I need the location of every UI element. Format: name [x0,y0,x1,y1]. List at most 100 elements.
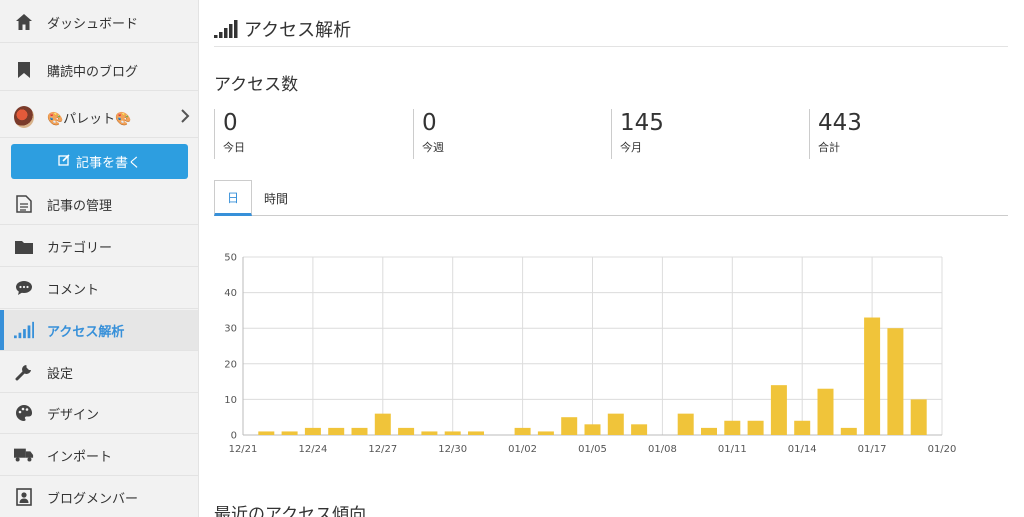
sidebar-item-label: ブログメンバー [47,491,139,507]
tab-hour[interactable]: 時間 [258,180,294,216]
edit-icon [58,153,70,170]
blog-name: 🎨パレット🎨 [47,111,132,127]
stat-value: 0 [422,110,437,136]
chart-bar [701,427,717,435]
chart-bar [840,427,857,435]
x-tick-label: 12/27 [368,444,397,455]
chart-bar [770,385,787,435]
chart-bar [631,424,648,435]
period-tabs: 日 時間 [214,180,1008,216]
member-icon [14,487,34,507]
access-chart: 0 10 20 30 40 50 12/21 12/24 12/27 12/30 01/02 01/0… [224,253,957,456]
home-icon [14,12,34,32]
chart-bar [537,431,554,435]
sidebar-item-comment[interactable]: コメント [0,268,198,309]
x-tick-label: 12/21 [229,444,258,455]
x-tick-label: 01/02 [508,444,537,455]
chart-bar [328,427,345,435]
stat-label: 今日 [223,141,245,154]
document-icon [14,194,34,214]
y-tick-label: 20 [224,359,237,370]
chart-bar [374,413,391,435]
sidebar-item-label: ダッシュボード [47,16,139,32]
stat-value: 0 [223,110,238,136]
chart-bar [794,420,811,435]
x-tick-label: 01/20 [928,444,957,455]
chart-bar [444,431,461,435]
chart-bar [817,388,834,435]
sidebar-item-import[interactable]: インポート [0,435,198,476]
y-tick-label: 50 [224,253,237,264]
sidebar-item-label: インポート [47,449,113,465]
chart-bar [304,427,321,435]
x-tick-label: 01/08 [648,444,677,455]
page-title: アクセス解析 [214,16,351,42]
sidebar-item-label: 設定 [47,366,74,382]
x-tick-label: 01/11 [718,444,747,455]
sidebar-item-settings[interactable]: 設定 [0,352,198,393]
sidebar-item-blog[interactable]: 🎨パレット🎨 [0,97,198,138]
chart-bar [421,431,438,435]
x-tick-label: 01/17 [858,444,887,455]
wrench-icon [14,362,34,382]
chart-bar [677,413,694,435]
chart-bar [747,420,764,435]
sidebar-item-label: 記事の管理 [47,198,113,214]
chart-bar [258,431,275,435]
palette-icon [14,403,34,423]
blog-avatar [14,106,34,128]
sidebar-item-manage[interactable]: 記事の管理 [0,184,198,225]
sidebar: ダッシュボード 購読中のブログ 🎨パレット🎨 記事を書く 記事の管理 カテゴリー [0,0,199,517]
sidebar-item-label: 購読中のブログ [47,64,139,80]
stat-total: 443 合計 [809,109,862,159]
chevron-right-icon [180,108,190,127]
x-tick-label: 12/24 [298,444,327,455]
divider [214,46,1008,47]
stats-row: 0 今日 0 今週 145 今月 443 合計 [214,109,1008,159]
stat-label: 合計 [818,141,840,154]
tab-day[interactable]: 日 [214,180,252,216]
sidebar-item-dashboard[interactable]: ダッシュボード [0,2,198,43]
sidebar-item-label: アクセス解析 [47,324,125,340]
x-tick-label: 01/05 [578,444,607,455]
truck-icon [14,445,34,465]
chart-bar [281,431,298,435]
stat-week: 0 今週 [413,109,444,159]
chart-bar [724,420,741,435]
chart-bar [607,413,624,435]
sidebar-item-label: カテゴリー [47,240,113,256]
write-post-label: 記事を書く [75,156,141,171]
page-title-text: アクセス解析 [244,20,352,41]
chart-bar [514,427,531,435]
y-tick-label: 30 [224,324,237,335]
signal-bars-icon [14,320,34,340]
sidebar-item-members[interactable]: ブログメンバー [0,477,198,517]
y-tick-label: 40 [224,288,237,299]
chart-bar [398,427,415,435]
stat-month: 145 今月 [611,109,664,159]
stat-value: 443 [818,110,862,136]
recent-trend-title: 最近のアクセス傾向 [214,505,367,517]
chart-bar [887,328,904,435]
stat-label: 今月 [620,141,642,154]
access-count-title: アクセス数 [214,75,299,95]
sidebar-item-label: コメント [47,282,100,298]
chart-bar [351,427,368,435]
sidebar-item-reading[interactable]: 購読中のブログ [0,50,198,91]
write-post-button[interactable]: 記事を書く [11,144,188,179]
stat-today: 0 今日 [214,109,245,159]
chart-bar [910,399,927,435]
chart-bar [584,424,601,435]
comment-icon [14,278,34,298]
folder-icon [14,236,34,256]
stat-label: 今週 [422,141,444,154]
x-tick-label: 12/30 [438,444,467,455]
y-tick-label: 0 [231,431,237,442]
sidebar-item-category[interactable]: カテゴリー [0,226,198,267]
sidebar-item-design[interactable]: デザイン [0,393,198,434]
sidebar-item-analytics[interactable]: アクセス解析 [0,310,198,351]
chart-bar [864,317,881,435]
chart-bar [561,417,578,435]
signal-bars-icon [214,20,238,42]
stat-value: 145 [620,110,664,136]
